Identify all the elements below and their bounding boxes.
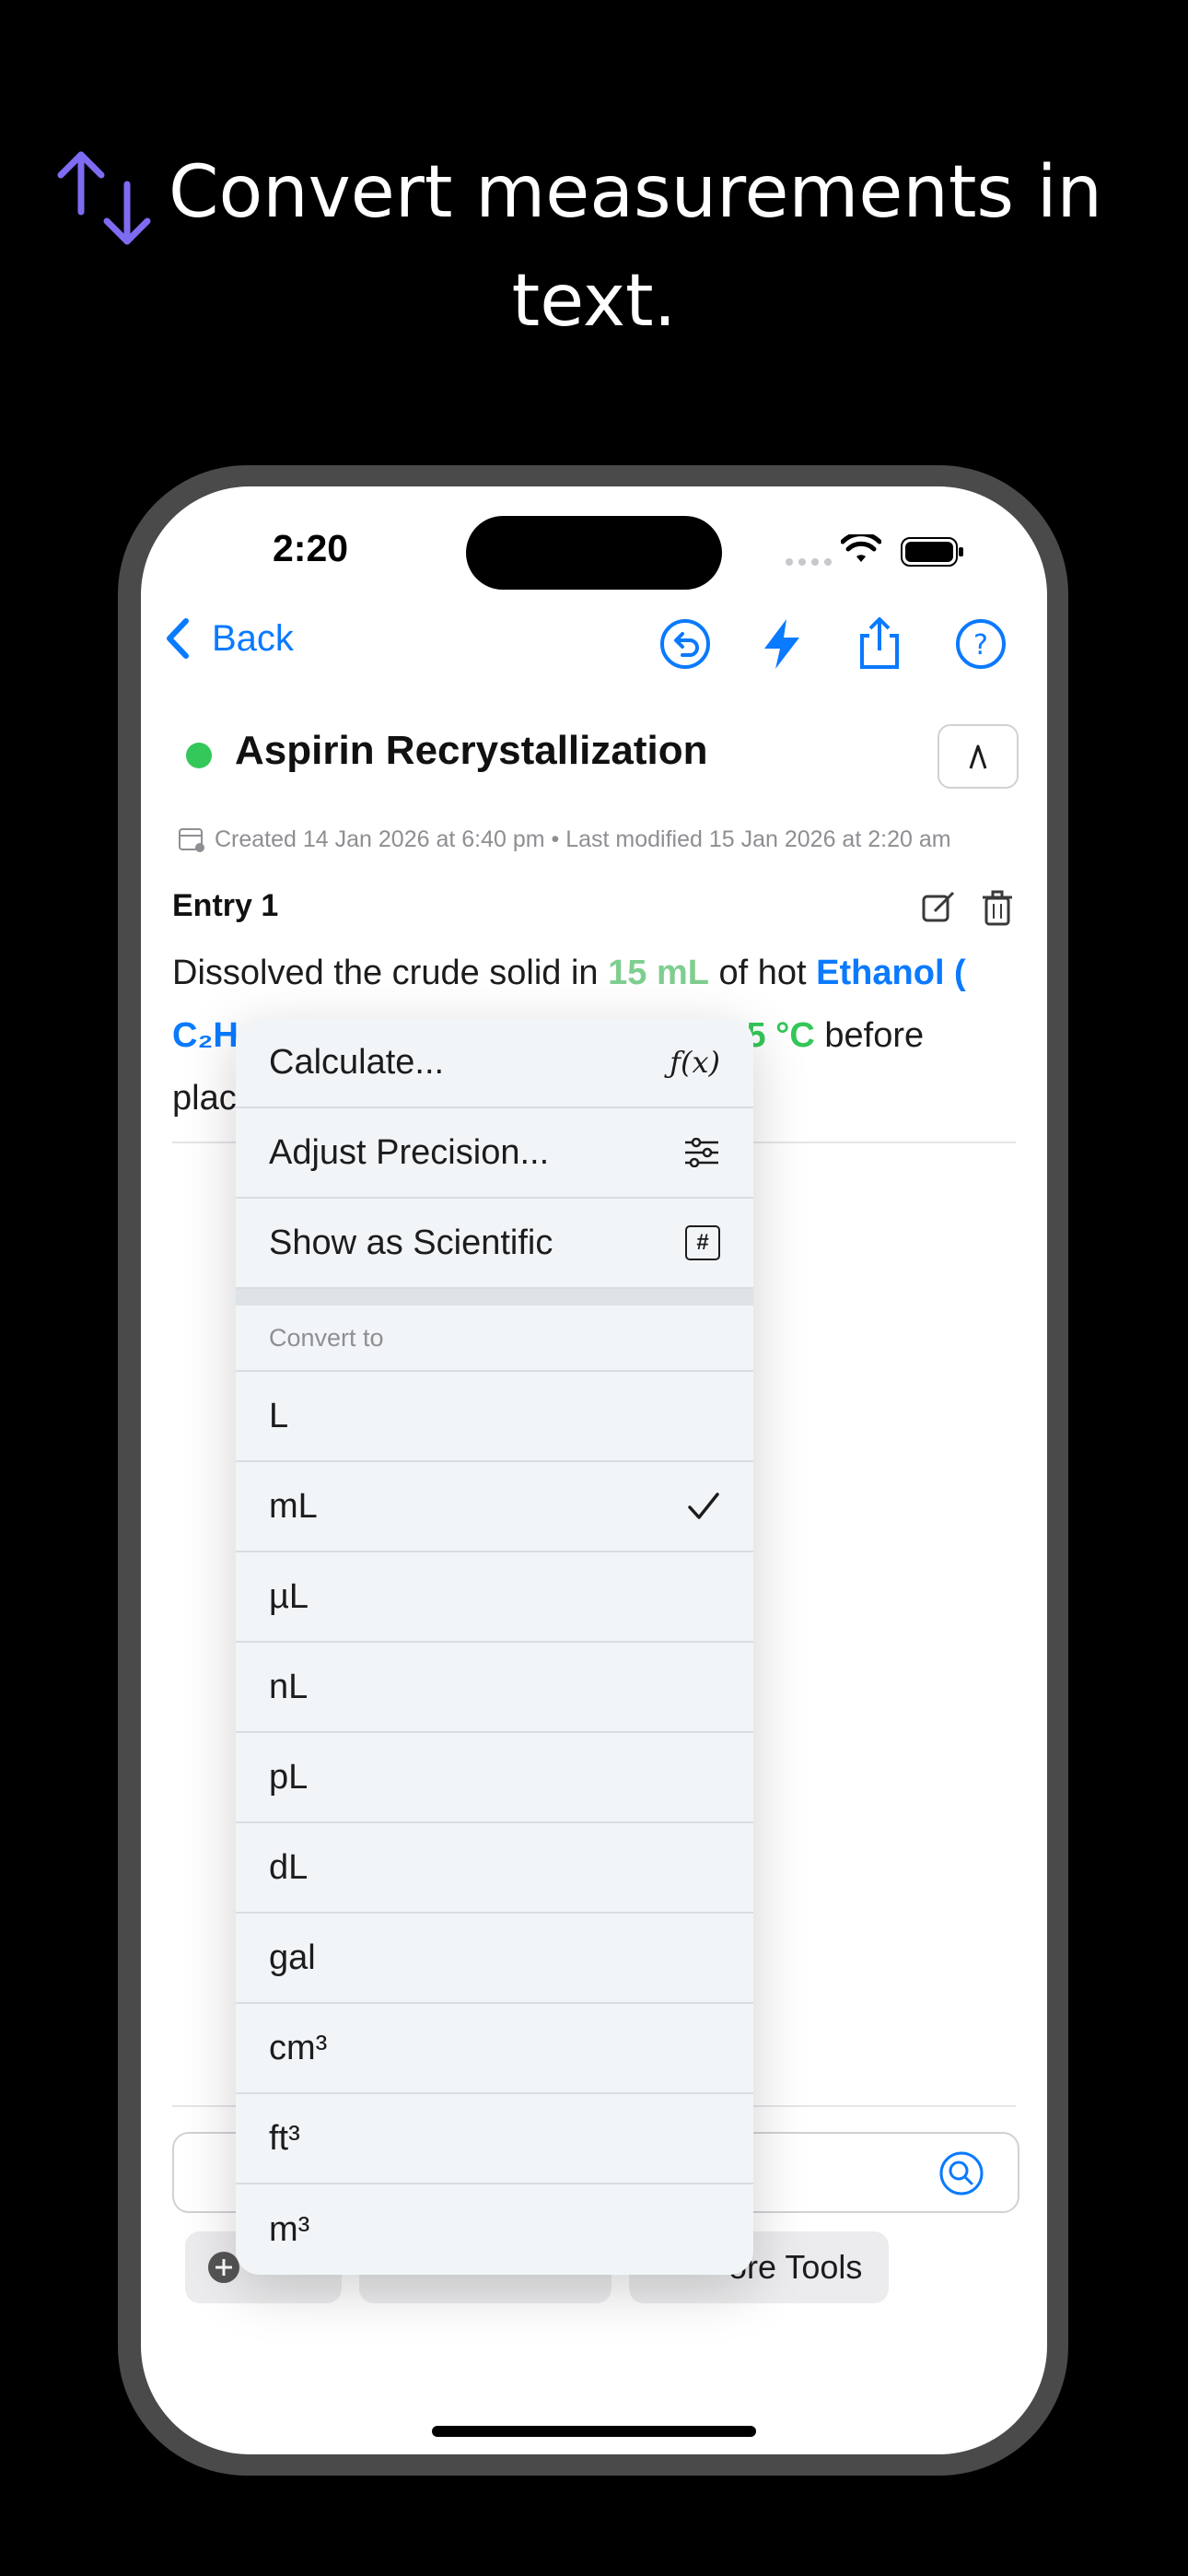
status-time: 2:20 bbox=[273, 527, 349, 569]
back-label: Back bbox=[212, 617, 294, 659]
number-sign-glyph: # bbox=[696, 1230, 709, 1255]
dynamic-island bbox=[466, 516, 722, 590]
menu-item-label: Show as Scientific bbox=[269, 1223, 553, 1262]
entry-actions bbox=[920, 889, 1016, 926]
unit-option[interactable]: cm³ bbox=[236, 2004, 753, 2094]
markup-button[interactable] bbox=[938, 724, 1019, 789]
chemical-formula-token[interactable]: C₂H bbox=[172, 1016, 239, 1055]
hero-line-2: text. bbox=[511, 260, 677, 343]
unit-label: dL bbox=[269, 1847, 309, 1887]
sliders-icon bbox=[685, 1138, 718, 1167]
unit-label: ft³ bbox=[269, 2118, 300, 2158]
menu-item-adjust-precision[interactable]: Adjust Precision... bbox=[236, 1108, 753, 1199]
home-indicator bbox=[432, 2426, 756, 2437]
entry-text-4: plac bbox=[172, 1079, 237, 1118]
document-title: Aspirin Recrystallization bbox=[235, 728, 708, 773]
menu-item-show-scientific[interactable]: Show as Scientific # bbox=[236, 1199, 753, 1289]
checkmark-icon bbox=[688, 1493, 719, 1519]
hero-title: Convert measurements in text. bbox=[0, 138, 1188, 356]
unit-option-selected[interactable]: mL bbox=[236, 1462, 753, 1552]
share-icon[interactable] bbox=[851, 615, 908, 673]
wifi-icon bbox=[841, 534, 881, 562]
unit-option[interactable]: m³ bbox=[236, 2184, 753, 2275]
number-sign-icon: # bbox=[685, 1225, 720, 1260]
chemical-token[interactable]: Ethanol ( bbox=[816, 954, 966, 992]
menu-item-label: Calculate... bbox=[269, 1042, 445, 1082]
unit-label: nL bbox=[269, 1667, 309, 1706]
unit-label: cm³ bbox=[269, 2028, 328, 2067]
entry-title: Entry 1 bbox=[172, 888, 279, 923]
unit-label: m³ bbox=[269, 2209, 310, 2249]
unit-label: µL bbox=[269, 1576, 309, 1616]
unit-list: L mL µL nL pL dL gal cm³ ft³ m³ bbox=[236, 1372, 753, 2275]
signal-icon bbox=[786, 558, 832, 566]
unit-label: mL bbox=[269, 1486, 318, 1526]
entry-text-2: of hot bbox=[708, 954, 817, 992]
calendar-icon bbox=[179, 828, 204, 852]
unit-label: L bbox=[269, 1396, 289, 1435]
edit-icon[interactable] bbox=[920, 889, 957, 926]
chevron-left-icon bbox=[167, 618, 189, 659]
unit-option[interactable]: dL bbox=[236, 1823, 753, 1914]
pen-tip-icon bbox=[969, 744, 987, 769]
menu-item-calculate[interactable]: Calculate... ƒ(x) bbox=[236, 1018, 753, 1108]
back-button[interactable]: Back bbox=[164, 617, 294, 660]
svg-text:?: ? bbox=[973, 629, 988, 662]
entry-text-3: before bbox=[814, 1016, 925, 1055]
document-meta: Created 14 Jan 2026 at 6:40 pm • Last mo… bbox=[178, 825, 951, 853]
measurement-token[interactable]: 15 mL bbox=[608, 954, 709, 992]
menu-separator bbox=[236, 1289, 753, 1306]
unit-option[interactable]: µL bbox=[236, 1552, 753, 1643]
undo-icon[interactable] bbox=[657, 615, 714, 673]
unit-option[interactable]: ft³ bbox=[236, 2094, 753, 2184]
search-icon[interactable] bbox=[938, 2150, 984, 2196]
status-dot bbox=[186, 743, 212, 768]
trash-icon[interactable] bbox=[979, 889, 1016, 926]
unit-option[interactable]: nL bbox=[236, 1643, 753, 1733]
meta-text: Created 14 Jan 2026 at 6:40 pm • Last mo… bbox=[215, 825, 951, 852]
menu-item-label: Adjust Precision... bbox=[269, 1132, 550, 1172]
convert-section-title: Convert to bbox=[236, 1306, 753, 1372]
function-icon: ƒ(x) bbox=[670, 1045, 720, 1080]
phone-screen: 2:20 Back ? Aspirin Recrystallization Cr… bbox=[141, 486, 1047, 2454]
bolt-icon[interactable] bbox=[753, 615, 810, 673]
battery-icon bbox=[901, 537, 963, 567]
help-icon[interactable]: ? bbox=[952, 615, 1009, 673]
hero-line-1: Convert measurements in bbox=[169, 151, 1102, 234]
unit-label: gal bbox=[269, 1938, 316, 1977]
unit-option[interactable]: gal bbox=[236, 1914, 753, 2004]
unit-option[interactable]: L bbox=[236, 1372, 753, 1462]
unit-label: pL bbox=[269, 1757, 309, 1797]
context-menu: Calculate... ƒ(x) Adjust Precision... Sh… bbox=[236, 1018, 753, 2275]
unit-option[interactable]: pL bbox=[236, 1733, 753, 1823]
entry-text-1: Dissolved the crude solid in bbox=[172, 954, 609, 992]
